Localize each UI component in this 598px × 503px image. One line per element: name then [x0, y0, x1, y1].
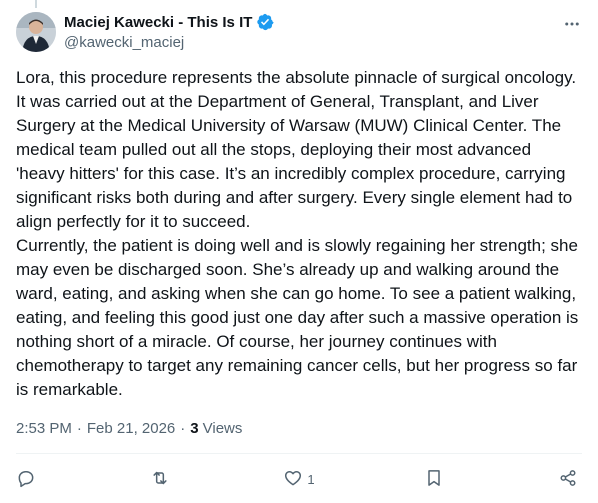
post-header: Maciej Kawecki - This Is IT @kawecki_mac…	[16, 12, 582, 54]
repost-icon	[150, 468, 170, 491]
views-count: 3	[190, 419, 199, 437]
reply-button[interactable]	[16, 468, 40, 491]
thread-connector-line	[35, 0, 37, 8]
meta-separator: ·	[76, 419, 82, 437]
bookmark-icon	[424, 468, 444, 491]
divider	[16, 453, 582, 454]
author-handle[interactable]: @kawecki_maciej	[64, 34, 274, 51]
share-icon	[558, 468, 578, 491]
avatar[interactable]	[16, 12, 56, 52]
action-bar: 1	[16, 464, 582, 494]
post-date[interactable]: Feb 21, 2026	[87, 420, 175, 437]
post-metadata: 2:53 PM · Feb 21, 2026 · 3 Views	[16, 418, 242, 438]
verified-badge-icon[interactable]	[256, 13, 274, 31]
more-options-icon[interactable]	[562, 14, 582, 34]
author-display-name[interactable]: Maciej Kawecki - This Is IT	[64, 14, 252, 31]
author-block: Maciej Kawecki - This Is IT @kawecki_mac…	[64, 12, 274, 51]
repost-button[interactable]	[150, 468, 174, 491]
meta-separator: ·	[180, 419, 186, 437]
like-count: 1	[307, 471, 315, 487]
like-button[interactable]: 1	[283, 468, 315, 491]
bookmark-button[interactable]	[424, 468, 448, 491]
post-time[interactable]: 2:53 PM	[16, 420, 72, 437]
share-button[interactable]	[558, 468, 582, 491]
reply-icon	[16, 468, 36, 491]
post-text: Lora, this procedure represents the abso…	[16, 66, 582, 402]
views-label: Views	[202, 419, 243, 437]
post-paragraph: Currently, the patient is doing well and…	[16, 236, 579, 399]
post-paragraph: Lora, this procedure represents the abso…	[16, 68, 577, 231]
heart-icon	[283, 468, 303, 491]
